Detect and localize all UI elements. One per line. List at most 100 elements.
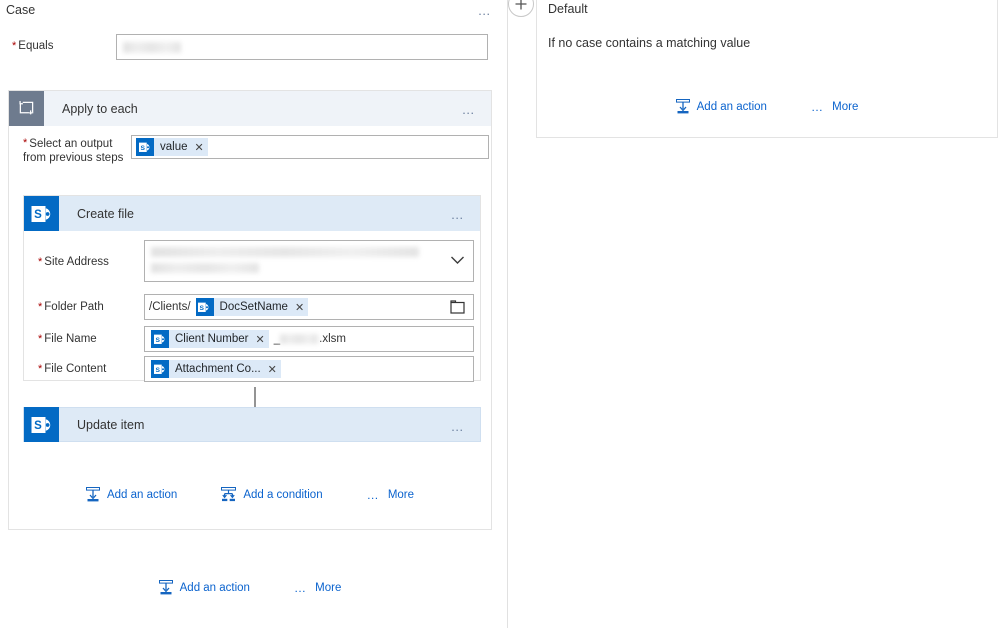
required-indicator: *: [38, 363, 43, 375]
more-button[interactable]: … More: [367, 488, 414, 502]
token-label: Client Number: [175, 333, 249, 345]
equals-label: * Equals: [12, 40, 54, 52]
token-chip-docsetname[interactable]: S DocSetName ✕: [195, 298, 309, 316]
ellipsis-icon: …: [293, 580, 309, 595]
svg-text:S: S: [140, 144, 145, 151]
update-item-ellipsis-icon[interactable]: …: [451, 420, 466, 433]
required-indicator: *: [12, 40, 17, 52]
default-add-an-action-label: Add an action: [696, 100, 767, 113]
svg-text:S: S: [200, 304, 205, 311]
default-title: Default: [548, 2, 588, 16]
add-an-action-button[interactable]: Add an action: [85, 487, 178, 502]
case-title: Case: [6, 3, 36, 17]
site-address-dropdown[interactable]: [144, 240, 474, 282]
select-output-input[interactable]: S value ✕: [131, 135, 489, 159]
apply-to-each-ellipsis-icon[interactable]: …: [462, 103, 477, 116]
file-name-label: * File Name: [38, 333, 97, 345]
default-action-bar: Add an action … More: [537, 99, 997, 114]
folder-icon[interactable]: [450, 300, 465, 317]
folder-path-input[interactable]: /Clients/ S DocSetName ✕: [144, 294, 474, 320]
plus-icon: [515, 0, 527, 10]
create-file-header[interactable]: S Create file …: [24, 196, 480, 231]
close-icon[interactable]: ✕: [268, 363, 277, 376]
folder-path-label: * Folder Path: [38, 301, 104, 313]
add-an-action-label: Add an action: [106, 488, 178, 501]
case-more-label: More: [315, 581, 342, 594]
create-file-card: S Create file … * Site Address * Folder …: [23, 195, 481, 382]
sharepoint-icon: S: [136, 138, 154, 156]
site-address-field-row: * Site Address: [24, 240, 480, 282]
add-a-condition-label: Add a condition: [243, 488, 323, 501]
add-condition-icon: [221, 487, 237, 502]
svg-text:S: S: [34, 209, 42, 221]
add-a-condition-button[interactable]: Add a condition: [221, 487, 323, 502]
add-action-icon: [158, 580, 173, 595]
required-indicator: *: [38, 301, 43, 313]
case-add-an-action-button[interactable]: Add an action: [158, 580, 250, 595]
sharepoint-icon: S: [151, 330, 169, 348]
token-label: Attachment Co...: [175, 363, 261, 375]
apply-to-each-header[interactable]: Apply to each …: [9, 91, 491, 126]
apply-to-each-action-bar: Add an action Add a condition … More: [9, 487, 491, 502]
chevron-down-icon[interactable]: [450, 254, 465, 268]
case-ellipsis-icon[interactable]: …: [478, 4, 493, 17]
svg-text:S: S: [155, 336, 160, 343]
case-panel: Case … * Equals Apply to each … * Select…: [0, 0, 508, 628]
file-name-input[interactable]: S Client Number ✕ _ .xlsm: [144, 326, 474, 352]
sharepoint-icon: S: [24, 407, 59, 442]
default-more-label: More: [832, 100, 859, 113]
case-action-bar: Add an action … More: [0, 580, 500, 595]
default-add-an-action-button[interactable]: Add an action: [675, 99, 767, 114]
equals-field-row: * Equals: [0, 34, 500, 60]
apply-to-each-card: Apply to each … * Select an output from p…: [8, 90, 492, 530]
ellipsis-icon: …: [366, 487, 381, 502]
update-item-card[interactable]: S Update item …: [23, 407, 481, 442]
apply-to-each-title: Apply to each: [62, 101, 138, 116]
redacted-value: [151, 263, 259, 273]
default-case-panel: Default If no case contains a matching v…: [536, 0, 998, 138]
file-content-label: * File Content: [38, 363, 107, 375]
update-item-title: Update item: [77, 417, 145, 432]
case-add-an-action-label: Add an action: [179, 581, 250, 594]
equals-input[interactable]: [116, 34, 488, 60]
close-icon[interactable]: ✕: [295, 301, 304, 314]
close-icon[interactable]: ✕: [195, 141, 204, 154]
svg-text:S: S: [155, 366, 160, 373]
redacted-value: [151, 247, 419, 257]
add-action-icon: [85, 487, 100, 502]
sharepoint-icon: S: [195, 298, 214, 316]
select-output-label: * Select an output from previous steps: [23, 137, 124, 165]
select-output-field-row: * Select an output from previous steps S …: [9, 135, 491, 177]
token-chip-value[interactable]: S value ✕: [136, 138, 208, 156]
file-content-field-row: * File Content S Attachment Co... ✕: [24, 356, 480, 382]
close-icon[interactable]: ✕: [256, 333, 265, 346]
create-file-ellipsis-icon[interactable]: …: [451, 208, 466, 221]
required-indicator: *: [38, 256, 43, 268]
required-indicator: *: [38, 333, 43, 345]
file-name-extension: .xlsm: [319, 333, 346, 345]
file-name-field-row: * File Name S Client Number ✕ _ .xlsm: [24, 326, 480, 352]
add-action-icon: [675, 99, 690, 114]
default-subtitle: If no case contains a matching value: [548, 36, 751, 50]
case-more-button[interactable]: … More: [294, 581, 341, 595]
folder-path-prefix: /Clients/: [149, 301, 191, 313]
token-chip-client-number[interactable]: S Client Number ✕: [151, 330, 269, 348]
site-address-label: * Site Address: [38, 256, 109, 268]
token-label: DocSetName: [219, 301, 288, 313]
redacted-value: [280, 334, 319, 344]
add-case-button[interactable]: [508, 0, 534, 17]
loop-icon: [9, 91, 44, 126]
file-content-input[interactable]: S Attachment Co... ✕: [144, 356, 474, 382]
svg-text:S: S: [34, 420, 42, 432]
default-more-button[interactable]: … More: [811, 100, 858, 114]
required-indicator: *: [23, 137, 28, 149]
sharepoint-icon: S: [24, 196, 59, 231]
more-label: More: [387, 488, 415, 501]
token-label: value: [160, 141, 188, 153]
redacted-value: [123, 42, 181, 53]
ellipsis-icon: …: [810, 99, 826, 114]
token-chip-attachment-content[interactable]: S Attachment Co... ✕: [151, 360, 281, 378]
create-file-title: Create file: [77, 206, 134, 221]
folder-path-field-row: * Folder Path /Clients/ S DocSetName ✕: [24, 294, 480, 320]
sharepoint-icon: S: [151, 360, 169, 378]
